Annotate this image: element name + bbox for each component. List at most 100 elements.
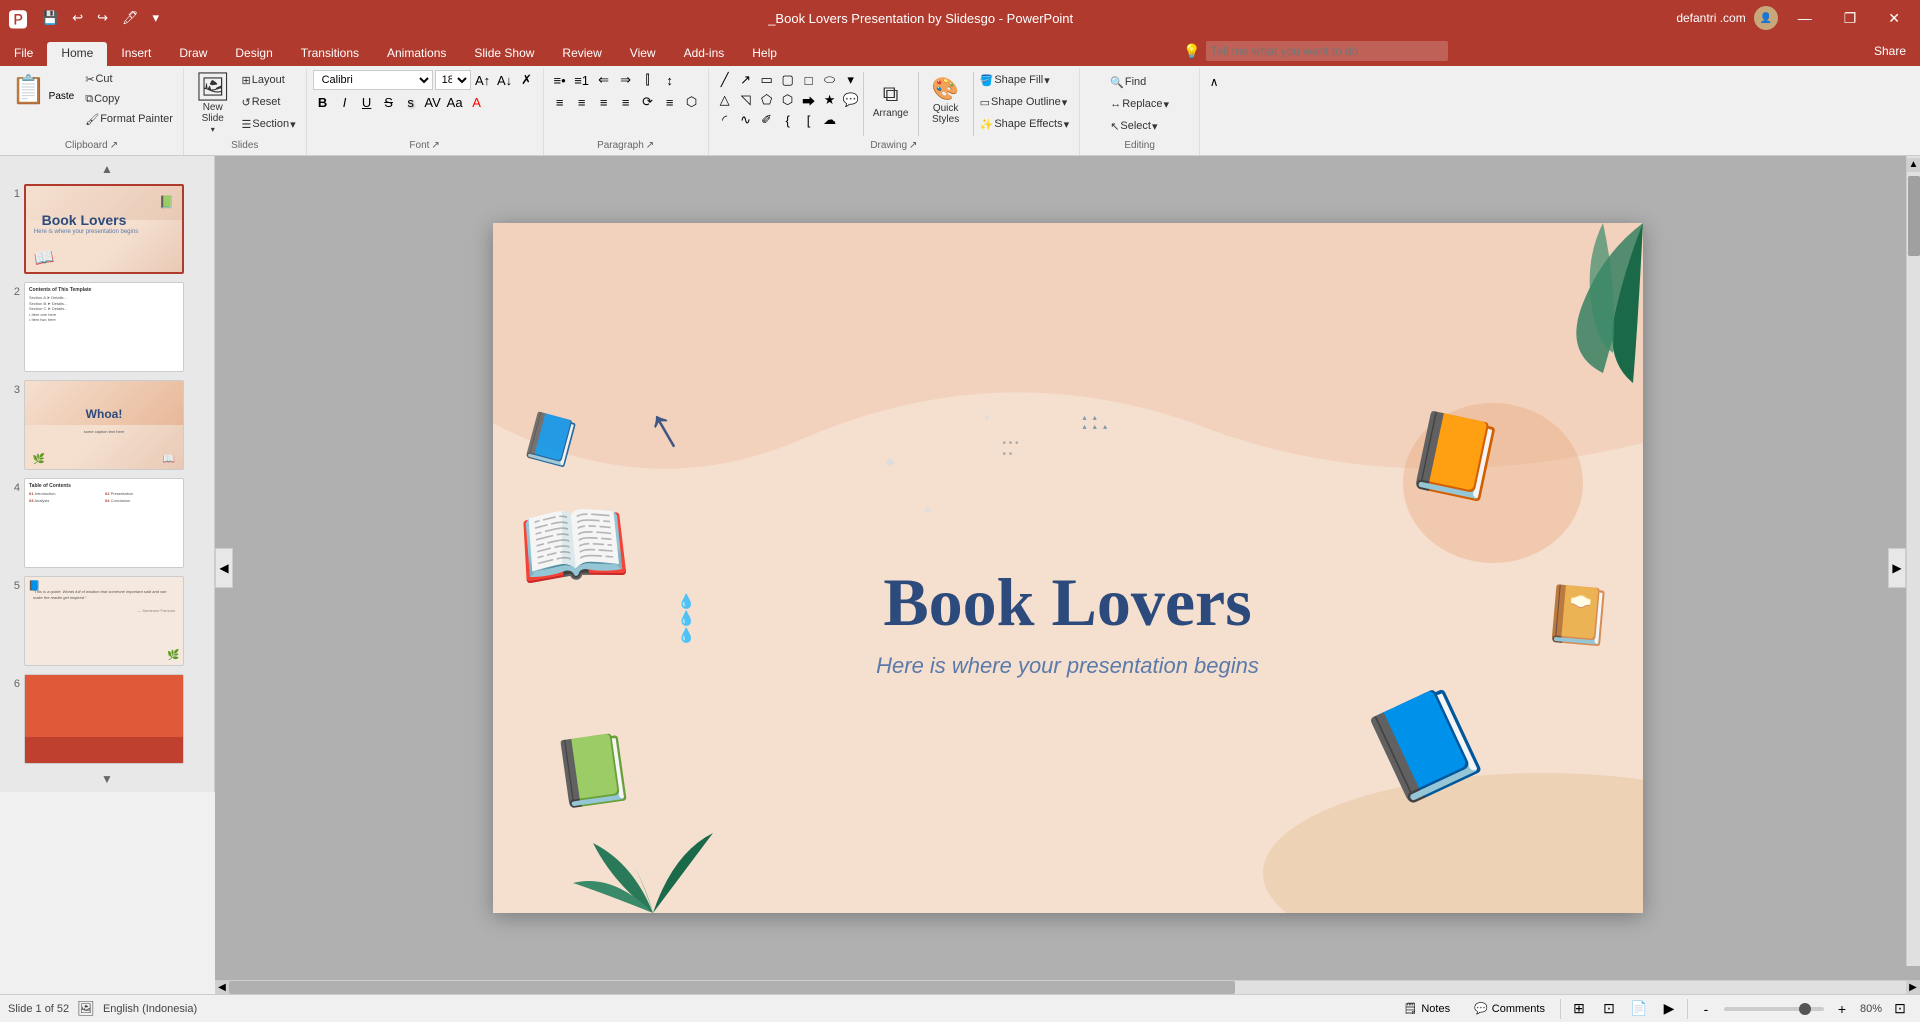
copy-button[interactable]: ⧉ Copy bbox=[81, 90, 177, 108]
tab-help[interactable]: Help bbox=[738, 42, 791, 66]
format-painter-button[interactable]: 🖌 Format Painter bbox=[81, 110, 177, 128]
shape-freeform[interactable]: ✐ bbox=[757, 110, 777, 130]
slide-thumb-3[interactable]: 3 Whoa! some caption text here 🌿 📖 bbox=[4, 378, 210, 472]
tab-design[interactable]: Design bbox=[221, 42, 286, 66]
justify-button[interactable]: ≡ bbox=[616, 92, 636, 112]
text-direction-button[interactable]: ⟳ bbox=[638, 92, 658, 112]
align-left-button[interactable]: ≡ bbox=[550, 92, 570, 112]
fit-slide-button[interactable]: ⊡ bbox=[1888, 999, 1912, 1019]
align-text-button[interactable]: ≡ bbox=[660, 92, 680, 112]
tab-view[interactable]: View bbox=[616, 42, 670, 66]
slide-sorter-button[interactable]: ⊡ bbox=[1597, 999, 1621, 1019]
slide-thumb-4[interactable]: 4 Table of Contents 01 Introduction 02 P… bbox=[4, 476, 210, 570]
bullets-button[interactable]: ≡• bbox=[550, 70, 570, 90]
restore-button[interactable]: ❐ bbox=[1832, 6, 1869, 31]
minimize-button[interactable]: — bbox=[1786, 6, 1824, 30]
slide-thumb-1[interactable]: 1 Book Lovers Here is where your present… bbox=[4, 182, 210, 276]
decrease-indent-button[interactable]: ⇐ bbox=[594, 70, 614, 90]
shape-tri[interactable]: △ bbox=[715, 90, 735, 110]
scroll-prev-btn[interactable]: ◀ bbox=[215, 981, 229, 994]
scroll-up-btn[interactable]: ▲ bbox=[1907, 158, 1920, 172]
shape-rect[interactable]: ▭ bbox=[757, 70, 777, 90]
qat-dropdown[interactable]: ▾ bbox=[147, 8, 166, 28]
arrange-button[interactable]: ⧉ Arrange bbox=[866, 70, 916, 130]
tell-me-input[interactable] bbox=[1206, 41, 1448, 61]
shadow-button[interactable]: s bbox=[401, 92, 421, 112]
scroll-down-button[interactable]: ▼ bbox=[4, 770, 210, 788]
char-spacing-button[interactable]: AV bbox=[423, 92, 443, 112]
underline-button[interactable]: U bbox=[357, 92, 377, 112]
tab-home[interactable]: Home bbox=[47, 42, 107, 66]
zoom-slider[interactable] bbox=[1724, 1007, 1824, 1011]
section-button[interactable]: ☰ Section ▾ bbox=[238, 114, 300, 134]
reading-view-button[interactable]: 📄 bbox=[1627, 999, 1651, 1019]
shape-star[interactable]: ★ bbox=[820, 90, 840, 110]
layout-button[interactable]: ⊞ Layout bbox=[238, 70, 300, 90]
undo-button[interactable]: ↩ bbox=[66, 8, 89, 28]
scroll-up-button[interactable]: ▲ bbox=[4, 160, 210, 178]
shape-rounded-rect[interactable]: ▢ bbox=[778, 70, 798, 90]
shape-square[interactable]: □ bbox=[799, 70, 819, 90]
clipboard-expand[interactable]: ↗ bbox=[110, 140, 118, 151]
drawing-expand[interactable]: ↗ bbox=[909, 140, 917, 151]
shape-arc[interactable]: ◜ bbox=[715, 110, 735, 130]
clear-format-button[interactable]: ✗ bbox=[517, 70, 537, 90]
bold-button[interactable]: B bbox=[313, 92, 333, 112]
notes-button[interactable]: 🗒 Notes bbox=[1394, 999, 1459, 1018]
line-spacing-button[interactable]: ↕ bbox=[660, 70, 680, 90]
slide-thumb-5[interactable]: 5 "This is a quote. Words full of wisdom… bbox=[4, 574, 210, 668]
close-button[interactable]: ✕ bbox=[1876, 6, 1912, 31]
scroll-next-btn[interactable]: ▶ bbox=[1906, 981, 1920, 994]
zoom-thumb[interactable] bbox=[1799, 1003, 1811, 1015]
find-button[interactable]: 🔍 Find bbox=[1106, 72, 1150, 92]
redo-button[interactable]: ↪ bbox=[91, 8, 114, 28]
tab-addins[interactable]: Add-ins bbox=[670, 42, 739, 66]
shape-callout[interactable]: 💬 bbox=[841, 90, 861, 110]
shape-outline-button[interactable]: ▭ Shape Outline ▾ bbox=[976, 92, 1074, 112]
tab-review[interactable]: Review bbox=[548, 42, 615, 66]
shape-effects-button[interactable]: ✨ Shape Effects ▾ bbox=[976, 114, 1074, 134]
hscroll-track[interactable] bbox=[229, 981, 1906, 994]
shape-pentagon[interactable]: ⬠ bbox=[757, 90, 777, 110]
new-slide-button[interactable]: 🖼 NewSlide ▾ bbox=[190, 70, 236, 137]
scroll-left-button[interactable]: ◀ bbox=[215, 548, 233, 588]
columns-button[interactable]: ⫿ bbox=[638, 70, 658, 90]
align-center-button[interactable]: ≡ bbox=[572, 92, 592, 112]
align-right-button[interactable]: ≡ bbox=[594, 92, 614, 112]
shape-arrow[interactable]: ↗ bbox=[736, 70, 756, 90]
slide-thumb-6[interactable]: 6 bbox=[4, 672, 210, 766]
shape-bracket[interactable]: [ bbox=[799, 110, 819, 130]
zoom-out-button[interactable]: - bbox=[1694, 999, 1718, 1019]
shape-brace[interactable]: { bbox=[778, 110, 798, 130]
font-size-select[interactable]: 18 bbox=[435, 70, 471, 90]
shape-arrow-right[interactable]: ⮕ bbox=[799, 90, 819, 110]
quick-styles-button[interactable]: 🎨 QuickStyles bbox=[921, 70, 971, 130]
shape-more[interactable]: ▾ bbox=[841, 70, 861, 90]
scroll-right-button[interactable]: ▶ bbox=[1888, 548, 1906, 588]
font-color-button[interactable]: A bbox=[467, 92, 487, 112]
slide-show-button[interactable]: ▶ bbox=[1657, 999, 1681, 1019]
change-case-button[interactable]: Aa bbox=[445, 92, 465, 112]
save-button[interactable]: 💾 bbox=[36, 8, 64, 28]
ribbon-collapse-button[interactable]: ∧ bbox=[1204, 72, 1224, 92]
replace-button[interactable]: ↔ Replace ▾ bbox=[1106, 94, 1173, 114]
strikethrough-button[interactable]: S bbox=[379, 92, 399, 112]
shape-curve[interactable]: ∿ bbox=[736, 110, 756, 130]
tab-insert[interactable]: Insert bbox=[107, 42, 165, 66]
share-button[interactable]: Share bbox=[1868, 42, 1912, 60]
normal-view-button[interactable]: ⊞ bbox=[1567, 999, 1591, 1019]
reset-button[interactable]: ↺ Reset bbox=[238, 92, 300, 112]
vertical-scrollbar[interactable]: ▲ ▼ bbox=[1906, 156, 1920, 966]
cut-button[interactable]: ✂ Cut bbox=[81, 70, 177, 88]
new-slide-dropdown[interactable]: ▾ bbox=[211, 125, 215, 134]
decrease-font-button[interactable]: A↓ bbox=[495, 70, 515, 90]
zoom-in-button[interactable]: + bbox=[1830, 999, 1854, 1019]
hscroll-thumb[interactable] bbox=[229, 981, 1235, 994]
increase-indent-button[interactable]: ⇒ bbox=[616, 70, 636, 90]
canvas-area[interactable]: ◀ ▶ bbox=[215, 156, 1920, 980]
comments-button[interactable]: 💬 Comments bbox=[1465, 999, 1554, 1018]
horizontal-scrollbar[interactable]: ◀ ▶ bbox=[215, 980, 1920, 994]
shape-right-tri[interactable]: ◹ bbox=[736, 90, 756, 110]
tab-animations[interactable]: Animations bbox=[373, 42, 460, 66]
tab-draw[interactable]: Draw bbox=[165, 42, 221, 66]
